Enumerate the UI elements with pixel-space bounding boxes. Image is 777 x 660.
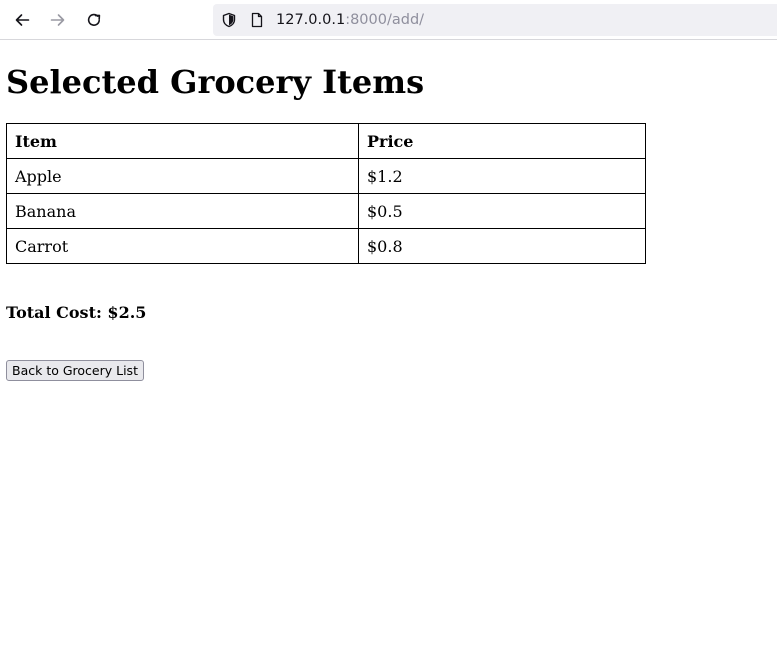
back-to-grocery-list-button[interactable]: Back to Grocery List bbox=[6, 360, 144, 381]
table-row: Banana $0.5 bbox=[6, 193, 646, 229]
reload-icon bbox=[87, 13, 101, 26]
table-header-row: Item Price bbox=[6, 123, 646, 159]
page-title: Selected Grocery Items bbox=[6, 63, 425, 101]
column-header-item: Item bbox=[6, 123, 359, 159]
shield-icon[interactable] bbox=[221, 12, 237, 28]
url-host: 127.0.0.1 bbox=[276, 12, 346, 28]
column-header-price: Price bbox=[358, 123, 646, 159]
item-name-cell: Carrot bbox=[6, 228, 359, 264]
reload-button[interactable] bbox=[82, 8, 106, 32]
grocery-table: Item Price Apple $1.2 Banana $0.5 Carrot… bbox=[6, 123, 646, 264]
total-cost: Total Cost: $2.5 bbox=[6, 303, 147, 322]
url-text[interactable]: 127.0.0.1:8000/add/ bbox=[276, 10, 424, 30]
item-name-cell: Banana bbox=[6, 193, 359, 229]
arrow-right-icon bbox=[50, 14, 65, 26]
item-price-cell: $0.8 bbox=[358, 228, 646, 264]
item-price-cell: $0.5 bbox=[358, 193, 646, 229]
item-name-cell: Apple bbox=[6, 158, 359, 194]
forward-button[interactable] bbox=[46, 8, 70, 32]
table-row: Apple $1.2 bbox=[6, 158, 646, 194]
address-bar[interactable]: 127.0.0.1:8000/add/ bbox=[213, 4, 777, 36]
back-button[interactable] bbox=[10, 8, 34, 32]
arrow-left-icon bbox=[15, 14, 30, 26]
item-price-cell: $1.2 bbox=[358, 158, 646, 194]
page-icon[interactable] bbox=[249, 12, 265, 28]
browser-toolbar: 127.0.0.1:8000/add/ bbox=[0, 0, 777, 40]
table-row: Carrot $0.8 bbox=[6, 228, 646, 264]
url-path: :8000/add/ bbox=[345, 12, 425, 28]
